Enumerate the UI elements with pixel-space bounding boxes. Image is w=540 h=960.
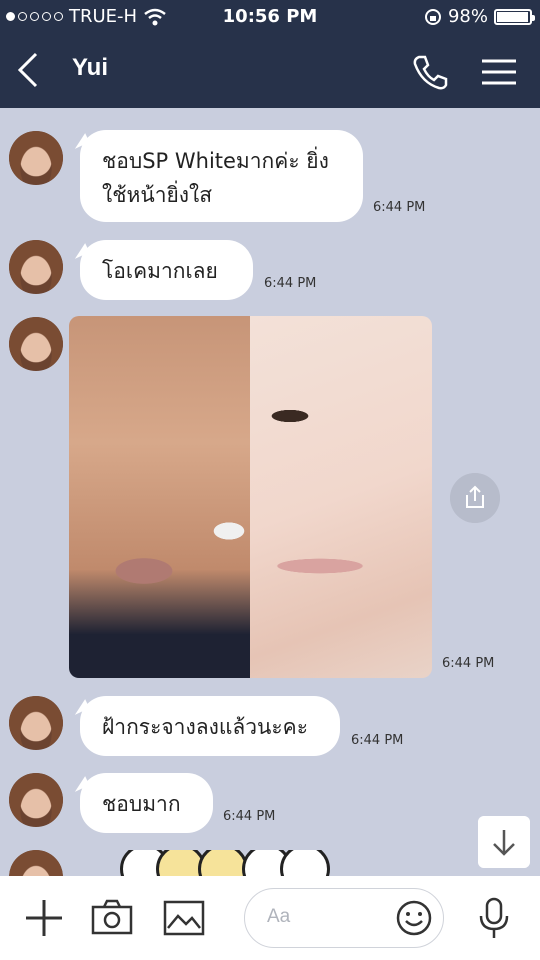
avatar[interactable] (9, 131, 63, 185)
message-text: ฝ้ากระจางลงแล้วนะคะ (102, 715, 309, 739)
message-text: ใช้หน้ายิ่งใส (102, 183, 213, 207)
scroll-down-icon[interactable] (478, 816, 530, 868)
message-time: 6:44 PM (264, 276, 317, 291)
share-icon[interactable] (450, 473, 500, 523)
photo-before (69, 316, 250, 678)
avatar[interactable] (9, 773, 63, 827)
photo-after (250, 316, 432, 678)
rotation-lock-icon (424, 8, 441, 25)
message-time: 6:44 PM (351, 733, 404, 748)
message-text: ชอบSP Whiteมากค่ะ ยิ่ง (102, 149, 329, 173)
message-bubble[interactable]: ชอบมาก (80, 773, 213, 833)
message-bubble[interactable]: ฝ้ากระจางลงแล้วนะคะ (80, 696, 340, 756)
chat-area[interactable]: ชอบSP Whiteมากค่ะ ยิ่ง ใช้หน้ายิ่งใส 6:4… (0, 108, 540, 876)
chat-header: Yui (0, 34, 540, 108)
message-time: 6:44 PM (442, 656, 495, 671)
message-input[interactable]: Aa (244, 888, 444, 948)
emoji-icon[interactable] (395, 899, 433, 937)
camera-icon[interactable] (90, 896, 134, 940)
back-icon[interactable] (10, 48, 50, 92)
input-bar: Aa (0, 876, 540, 960)
shared-photo[interactable] (69, 316, 432, 678)
menu-icon[interactable] (478, 52, 520, 92)
status-bar: TRUE-H 10:56 PM 98% (0, 0, 540, 34)
message-time: 6:44 PM (373, 200, 426, 215)
battery-percent: 98% (447, 6, 488, 27)
avatar[interactable] (9, 696, 63, 750)
image-icon[interactable] (162, 896, 206, 940)
avatar[interactable] (9, 850, 63, 876)
message-text: โอเคมากเลย (102, 259, 218, 283)
message-bubble[interactable]: โอเคมากเลย (80, 240, 253, 300)
message-input-placeholder: Aa (267, 906, 291, 927)
avatar[interactable] (9, 317, 63, 371)
plus-icon[interactable] (22, 896, 66, 940)
message-text: ชอบมาก (102, 792, 181, 816)
call-icon[interactable] (410, 52, 450, 92)
message-time: 6:44 PM (223, 809, 276, 824)
message-bubble[interactable]: ชอบSP Whiteมากค่ะ ยิ่ง ใช้หน้ายิ่งใส (80, 130, 363, 222)
microphone-icon[interactable] (472, 896, 516, 940)
contact-name: Yui (72, 54, 109, 81)
sticker-preview (120, 850, 340, 876)
battery-icon (494, 8, 535, 25)
avatar[interactable] (9, 240, 63, 294)
